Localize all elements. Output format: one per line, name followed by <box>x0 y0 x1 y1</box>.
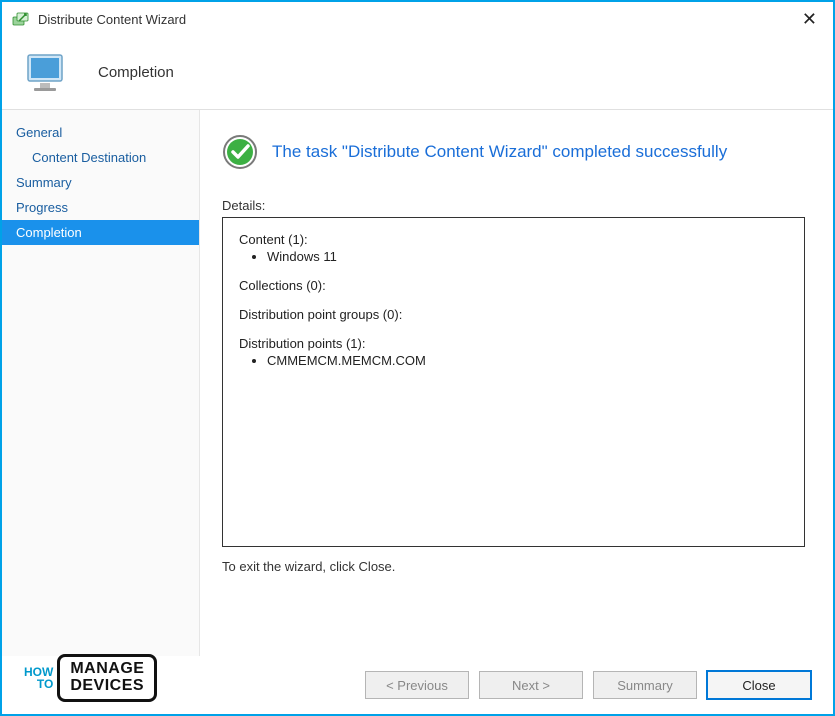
previous-button: < Previous <box>365 671 469 699</box>
app-icon <box>12 10 30 28</box>
summary-button: Summary <box>593 671 697 699</box>
main-area: General Content Destination Summary Prog… <box>2 110 833 656</box>
details-content-item: Windows 11 <box>267 249 788 264</box>
success-row: The task "Distribute Content Wizard" com… <box>222 134 805 170</box>
header-band: Completion <box>2 36 833 110</box>
details-dp-label: Distribution points (1): <box>239 336 788 351</box>
details-box[interactable]: Content (1): Windows 11 Collections (0):… <box>222 217 805 547</box>
next-button: Next > <box>479 671 583 699</box>
nav-item-completion[interactable]: Completion <box>2 220 199 245</box>
nav-item-summary[interactable]: Summary <box>2 170 199 195</box>
details-dp-item: CMMEMCM.MEMCM.COM <box>267 353 788 368</box>
nav-item-progress[interactable]: Progress <box>2 195 199 220</box>
details-dpg-label: Distribution point groups (0): <box>239 307 788 322</box>
watermark-line2: DEVICES <box>70 678 144 695</box>
watermark-logo: HOW TO MANAGE DEVICES <box>24 654 157 702</box>
watermark-line1: MANAGE <box>70 661 144 678</box>
success-message: The task "Distribute Content Wizard" com… <box>272 142 727 162</box>
page-heading: Completion <box>98 64 174 81</box>
details-label: Details: <box>222 198 805 213</box>
close-button[interactable]: Close <box>707 671 811 699</box>
details-content-label: Content (1): <box>239 232 788 247</box>
details-collections-label: Collections (0): <box>239 278 788 293</box>
exit-hint: To exit the wizard, click Close. <box>222 559 805 574</box>
monitor-icon <box>22 49 70 97</box>
nav-item-content-destination[interactable]: Content Destination <box>2 145 199 170</box>
success-check-icon <box>222 134 258 170</box>
watermark-to: TO <box>24 678 53 690</box>
title-bar: Distribute Content Wizard ✕ <box>2 2 833 36</box>
content-pane: The task "Distribute Content Wizard" com… <box>200 110 833 656</box>
wizard-nav: General Content Destination Summary Prog… <box>2 110 200 656</box>
nav-item-general[interactable]: General <box>2 120 199 145</box>
window-title: Distribute Content Wizard <box>38 12 796 27</box>
close-icon[interactable]: ✕ <box>796 10 823 28</box>
